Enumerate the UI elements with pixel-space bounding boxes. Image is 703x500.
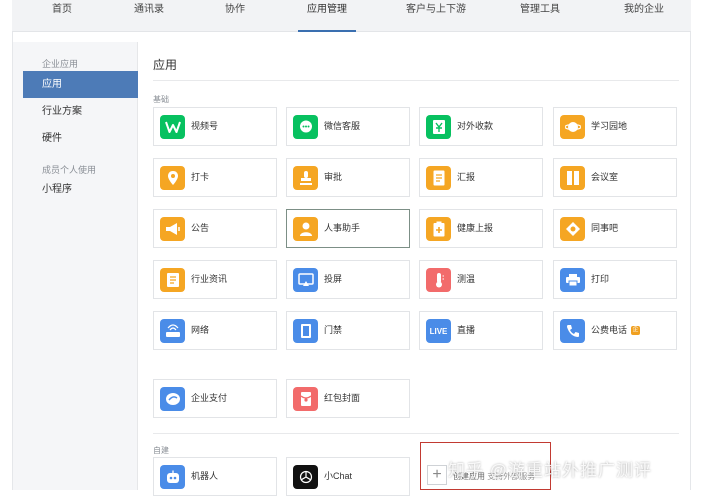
tab-customers[interactable]: 客户与上下游: [400, 0, 472, 32]
tab-collaboration[interactable]: 协作: [215, 0, 255, 32]
app-card-phone[interactable]: 公费电话企: [553, 311, 677, 350]
live-icon: LIVE: [426, 319, 451, 343]
sidebar-item-hardware[interactable]: 硬件: [23, 125, 138, 152]
report-icon: [426, 166, 451, 190]
app-card-xiaochat[interactable]: 小Chat: [286, 457, 410, 496]
app-card-enterprise-pay[interactable]: 企业支付: [153, 379, 277, 418]
learning-icon: [560, 115, 585, 139]
sidebar-group-enterprise-apps: 企业应用: [42, 59, 79, 69]
sidebar-item-apps[interactable]: 应用: [23, 71, 138, 98]
screencast-icon: [293, 268, 318, 292]
tab-home[interactable]: 首页: [42, 0, 82, 32]
app-label: 机器人: [191, 471, 219, 481]
app-card-health-report[interactable]: 健康上报: [419, 209, 543, 248]
channels-icon: [160, 115, 185, 139]
content-frame: 企业应用 应用 行业方案 硬件 成员个人使用 小程序 应用 基础 视频号 微信客…: [12, 32, 691, 496]
app-label: 打印: [591, 274, 610, 284]
sidebar-group-member-use: 成员个人使用: [42, 165, 97, 175]
app-card-learning[interactable]: 学习园地: [553, 107, 677, 146]
thermometer-icon: [426, 268, 451, 292]
app-label: 同事吧: [591, 223, 619, 233]
tab-contacts[interactable]: 通讯录: [124, 0, 174, 32]
app-card-payment[interactable]: 对外收款: [419, 107, 543, 146]
app-card-wechat-service[interactable]: 微信客服: [286, 107, 410, 146]
network-icon: [160, 319, 185, 343]
chatgpt-icon: [293, 465, 318, 489]
sidebar-item-industry-solutions[interactable]: 行业方案: [23, 98, 138, 125]
top-navigation: 首页 通讯录 协作 应用管理 客户与上下游 管理工具 我的企业: [12, 0, 691, 32]
section-label-custom: 自建: [153, 446, 169, 455]
app-card-report[interactable]: 汇报: [419, 158, 543, 197]
colleague-icon: [560, 217, 585, 241]
app-label: 公告: [191, 223, 210, 233]
health-report-icon: [426, 217, 451, 241]
app-label: 微信客服: [324, 121, 361, 131]
app-label: 对外收款: [457, 121, 494, 131]
checkin-icon: [160, 166, 185, 190]
app-label: 小Chat: [324, 471, 353, 481]
title-divider: [153, 80, 679, 81]
app-card-screencast[interactable]: 投屏: [286, 260, 410, 299]
app-card-printer[interactable]: 打印: [553, 260, 677, 299]
live-icon-text: LIVE: [429, 326, 448, 336]
news-icon: [160, 268, 185, 292]
app-label: 测温: [457, 274, 476, 284]
tab-my-enterprise[interactable]: 我的企业: [616, 0, 672, 32]
app-label: 学习园地: [591, 121, 628, 131]
hr-assistant-icon: [293, 217, 318, 241]
app-label: 汇报: [457, 172, 476, 182]
page-title: 应用: [153, 58, 178, 72]
app-label: 行业资讯: [191, 274, 228, 284]
access-control-icon: [293, 319, 318, 343]
enterprise-badge: 企: [631, 326, 641, 336]
tab-app-management[interactable]: 应用管理: [298, 0, 356, 32]
red-packet-icon: [293, 387, 318, 411]
app-label: 投屏: [324, 274, 343, 284]
meeting-room-icon: [560, 166, 585, 190]
app-label: 直播: [457, 325, 476, 335]
app-label: 门禁: [324, 325, 343, 335]
app-card-approval[interactable]: 审批: [286, 158, 410, 197]
app-card-checkin[interactable]: 打卡: [153, 158, 277, 197]
sidebar: 企业应用 应用 行业方案 硬件 成员个人使用 小程序: [13, 42, 138, 490]
app-label: 审批: [324, 172, 343, 182]
enterprise-pay-icon: [160, 387, 185, 411]
app-label: 网络: [191, 325, 210, 335]
announcement-icon: [160, 217, 185, 241]
sidebar-item-mini-programs[interactable]: 小程序: [23, 176, 138, 203]
app-label: 红包封面: [324, 393, 361, 403]
app-card-robot[interactable]: 机器人: [153, 457, 277, 496]
app-label: 会议室: [591, 172, 619, 182]
app-label: 公费电话企: [591, 312, 641, 349]
app-card-hr-assistant[interactable]: 人事助手: [286, 209, 410, 248]
printer-icon: [560, 268, 585, 292]
phone-icon: [560, 319, 585, 343]
approval-icon: [293, 166, 318, 190]
tab-management-tools[interactable]: 管理工具: [514, 0, 566, 32]
app-card-red-packet[interactable]: 红包封面: [286, 379, 410, 418]
app-card-network[interactable]: 网络: [153, 311, 277, 350]
app-label: 视频号: [191, 121, 219, 131]
app-card-channels[interactable]: 视频号: [153, 107, 277, 146]
app-card-meeting-room[interactable]: 会议室: [553, 158, 677, 197]
app-label: 企业支付: [191, 393, 228, 403]
app-label: 打卡: [191, 172, 210, 182]
watermark: 知乎 @游重站外推广测评: [448, 461, 652, 480]
section-label-basic: 基础: [153, 95, 169, 104]
wechat-service-icon: [293, 115, 318, 139]
app-card-access-control[interactable]: 门禁: [286, 311, 410, 350]
app-label: 人事助手: [324, 223, 361, 233]
robot-icon: [160, 465, 185, 489]
payment-icon: [426, 115, 451, 139]
app-card-colleague[interactable]: 同事吧: [553, 209, 677, 248]
app-card-news[interactable]: 行业资讯: [153, 260, 277, 299]
app-label-text: 公费电话: [591, 325, 628, 335]
app-card-thermometer[interactable]: 测温: [419, 260, 543, 299]
app-card-live[interactable]: LIVE 直播: [419, 311, 543, 350]
app-label: 健康上报: [457, 223, 494, 233]
app-card-announcement[interactable]: 公告: [153, 209, 277, 248]
plus-icon: +: [427, 465, 447, 485]
custom-divider: [153, 433, 679, 434]
